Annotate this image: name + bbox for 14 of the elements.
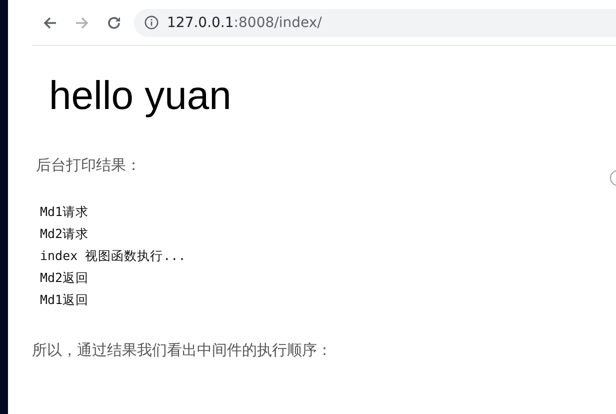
url-path: :8008/index/: [234, 14, 322, 30]
address-bar[interactable]: 127.0.0.1:8008/index/: [134, 8, 616, 36]
reload-icon[interactable]: [106, 14, 122, 30]
page-heading: hello yuan: [49, 73, 232, 120]
conclusion-text: 所以，通过结果我们看出中间件的执行顺序：: [32, 341, 333, 360]
output-line: Md2请求: [40, 225, 90, 243]
intro-text: 后台打印结果：: [36, 156, 142, 175]
url-host: 127.0.0.1: [167, 14, 234, 30]
output-line: index 视图函数执行...: [40, 247, 187, 265]
info-icon: [144, 15, 159, 30]
output-line: Md1返回: [40, 291, 90, 309]
output-line: Md1请求: [40, 203, 90, 221]
output-line: Md2返回: [40, 269, 90, 287]
back-icon[interactable]: [42, 14, 58, 30]
